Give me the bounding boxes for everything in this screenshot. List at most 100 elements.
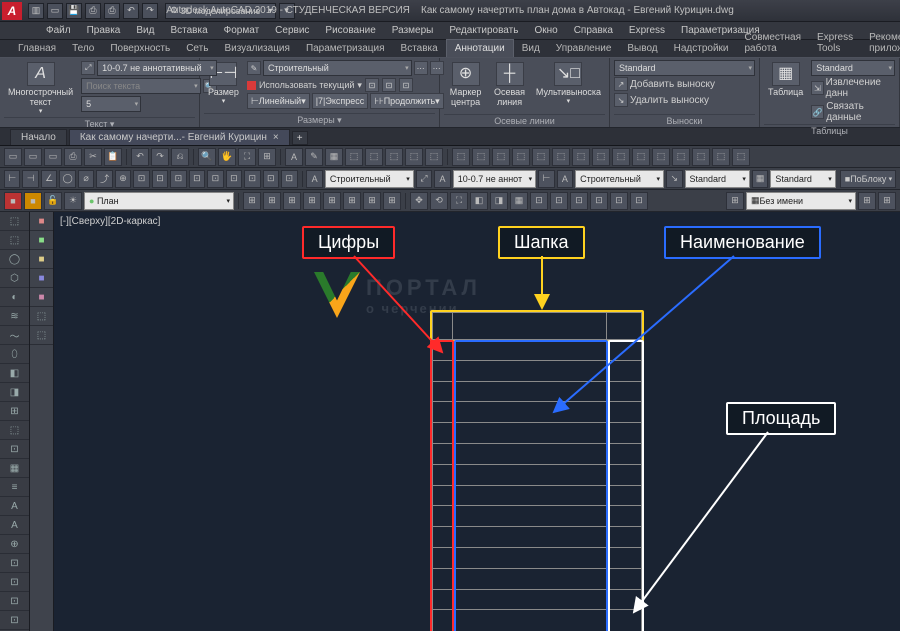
table-button[interactable]: ▦ Таблица bbox=[764, 60, 807, 124]
pal-icon[interactable]: ⊡ bbox=[0, 592, 29, 611]
tb-icon[interactable]: ⬚ bbox=[652, 148, 670, 166]
tb-icon[interactable]: 🖐 bbox=[218, 148, 236, 166]
tab-annotate[interactable]: Аннотации bbox=[446, 39, 514, 57]
tb-icon[interactable]: ⊕ bbox=[115, 170, 131, 188]
leader-style-combo[interactable]: Standard bbox=[614, 60, 755, 76]
menu-modify[interactable]: Редактировать bbox=[441, 23, 526, 38]
tb-icon[interactable]: ⊡ bbox=[530, 192, 548, 210]
tb-icon[interactable]: ☀ bbox=[64, 192, 82, 210]
panel-dim-title[interactable]: Размеры ▾ bbox=[204, 113, 435, 127]
panel-tables-title[interactable]: Таблицы bbox=[764, 124, 895, 137]
pal-icon[interactable]: ⊡ bbox=[0, 573, 29, 592]
dim-opt3-icon[interactable]: ⊡ bbox=[399, 78, 413, 92]
textstyle-tb-combo[interactable]: 10-0.7 не аннот bbox=[453, 170, 536, 188]
tb-icon[interactable]: ⬚ bbox=[512, 148, 530, 166]
pal-icon[interactable]: ⬚ bbox=[0, 231, 29, 250]
tb-icon[interactable]: ⬚ bbox=[345, 148, 363, 166]
menu-edit[interactable]: Правка bbox=[79, 23, 129, 38]
use-current-row[interactable]: Использовать текущий ▾ ⊡ ⊡ ⊡ bbox=[247, 78, 444, 92]
pal-icon[interactable]: ⬚ bbox=[0, 212, 29, 231]
tb-icon[interactable]: ⬚ bbox=[452, 148, 470, 166]
menu-format[interactable]: Формат bbox=[216, 23, 268, 38]
tb-icon[interactable]: ⬚ bbox=[365, 148, 383, 166]
tb-icon[interactable]: ⊡ bbox=[207, 170, 223, 188]
tb-icon[interactable]: ⛶ bbox=[238, 148, 256, 166]
tb-icon[interactable]: ⊞ bbox=[726, 192, 744, 210]
tb-icon[interactable]: ◨ bbox=[490, 192, 508, 210]
tb-icon[interactable]: ⬚ bbox=[385, 148, 403, 166]
tb-icon[interactable]: ⊢ bbox=[538, 170, 554, 188]
tb-icon[interactable]: 🔍 bbox=[198, 148, 216, 166]
tb-icon[interactable]: ⊞ bbox=[303, 192, 321, 210]
tb-icon[interactable]: ⊡ bbox=[226, 170, 242, 188]
tab-express[interactable]: Express Tools bbox=[809, 29, 861, 57]
tb-icon[interactable]: ⊡ bbox=[590, 192, 608, 210]
tb-icon[interactable]: ⬚ bbox=[692, 148, 710, 166]
tab-output[interactable]: Вывод bbox=[619, 40, 665, 57]
tb-icon[interactable]: ⊡ bbox=[550, 192, 568, 210]
tb-icon[interactable]: ■ bbox=[24, 192, 42, 210]
pal-icon[interactable]: ⬚ bbox=[0, 421, 29, 440]
tb-icon[interactable]: A bbox=[557, 170, 573, 188]
tb-icon[interactable]: ⊞ bbox=[343, 192, 361, 210]
link-data-button[interactable]: 🔗 Связать данные bbox=[811, 101, 895, 123]
tb-icon[interactable]: ⊞ bbox=[283, 192, 301, 210]
pal-icon[interactable]: ⬚ bbox=[30, 307, 53, 326]
tb-icon[interactable]: ⊞ bbox=[323, 192, 341, 210]
extract-data-button[interactable]: ⇲ Извлечение данн bbox=[811, 77, 895, 99]
tb-icon[interactable]: ⎌ bbox=[171, 148, 189, 166]
pal-icon[interactable]: ■ bbox=[30, 231, 53, 250]
text-search-input[interactable]: Поиск текста bbox=[81, 78, 200, 94]
qat-new-icon[interactable]: ▥ bbox=[28, 3, 44, 19]
pal-icon[interactable]: ◯ bbox=[0, 250, 29, 269]
dim-opt1-icon[interactable]: ⊡ bbox=[365, 78, 379, 92]
menu-express[interactable]: Express bbox=[621, 23, 673, 38]
tb-icon[interactable]: ✥ bbox=[410, 192, 428, 210]
qat-open-icon[interactable]: ▭ bbox=[47, 3, 63, 19]
mleader-button[interactable]: ↘□ Мультивыноска▾ bbox=[532, 60, 605, 110]
qat-save-icon[interactable]: 💾 bbox=[66, 3, 82, 19]
tab-manage[interactable]: Управление bbox=[548, 40, 620, 57]
tb-icon[interactable]: ⊡ bbox=[133, 170, 149, 188]
tb-icon[interactable]: ⊞ bbox=[363, 192, 381, 210]
qat-plot-icon[interactable]: ⎙ bbox=[104, 3, 120, 19]
dimstyle2-tb-combo[interactable]: Строительный bbox=[575, 170, 664, 188]
new-tab-button[interactable]: + bbox=[292, 131, 308, 145]
tb-icon[interactable]: A bbox=[306, 170, 322, 188]
tb-icon[interactable]: ⟲ bbox=[430, 192, 448, 210]
tb-icon[interactable]: ⬚ bbox=[532, 148, 550, 166]
pal-icon[interactable]: ⊡ bbox=[0, 440, 29, 459]
centerline-button[interactable]: ┼ Осевая линия bbox=[489, 60, 530, 110]
tb-icon[interactable]: ◯ bbox=[59, 170, 75, 188]
panel-leaders-title[interactable]: Выноски bbox=[614, 114, 755, 127]
qat-undo-icon[interactable]: ↶ bbox=[123, 3, 139, 19]
tb-icon[interactable]: ⊡ bbox=[610, 192, 628, 210]
text-style-combo[interactable]: 10-0.7 не аннотативный bbox=[97, 60, 216, 76]
pal-icon[interactable]: ■ bbox=[30, 212, 53, 231]
pal-icon[interactable]: ◨ bbox=[0, 383, 29, 402]
tb-icon[interactable]: ⛶ bbox=[450, 192, 468, 210]
tb-icon[interactable]: 📋 bbox=[104, 148, 122, 166]
tb-icon[interactable]: ⬚ bbox=[405, 148, 423, 166]
tb-icon[interactable]: ▦ bbox=[752, 170, 768, 188]
tab-home[interactable]: Главная bbox=[10, 40, 64, 57]
tb-icon[interactable]: ⬚ bbox=[425, 148, 443, 166]
tb-icon[interactable]: ⤴ bbox=[96, 170, 112, 188]
tb-icon[interactable]: A bbox=[434, 170, 450, 188]
tb-icon[interactable]: ↷ bbox=[151, 148, 169, 166]
pal-icon[interactable]: ⊞ bbox=[0, 402, 29, 421]
tb-icon[interactable]: ▭ bbox=[44, 148, 62, 166]
tab-view[interactable]: Вид bbox=[514, 40, 548, 57]
menu-tools[interactable]: Сервис bbox=[267, 23, 317, 38]
pal-icon[interactable]: ⬯ bbox=[0, 345, 29, 364]
tb-icon[interactable]: ▦ bbox=[510, 192, 528, 210]
tb-icon[interactable]: ⬚ bbox=[672, 148, 690, 166]
tab-solid[interactable]: Тело bbox=[64, 40, 102, 57]
byblock-combo[interactable]: ■ ПоБлоку bbox=[840, 170, 896, 188]
dim-misc1-icon[interactable]: ⋯ bbox=[414, 61, 428, 75]
tb-icon[interactable]: ⌀ bbox=[78, 170, 94, 188]
menu-insert[interactable]: Вставка bbox=[162, 23, 215, 38]
menu-file[interactable]: Файл bbox=[38, 23, 79, 38]
pal-icon[interactable]: A bbox=[0, 516, 29, 535]
remove-leader-button[interactable]: ↘ Удалить выноску bbox=[614, 93, 755, 107]
